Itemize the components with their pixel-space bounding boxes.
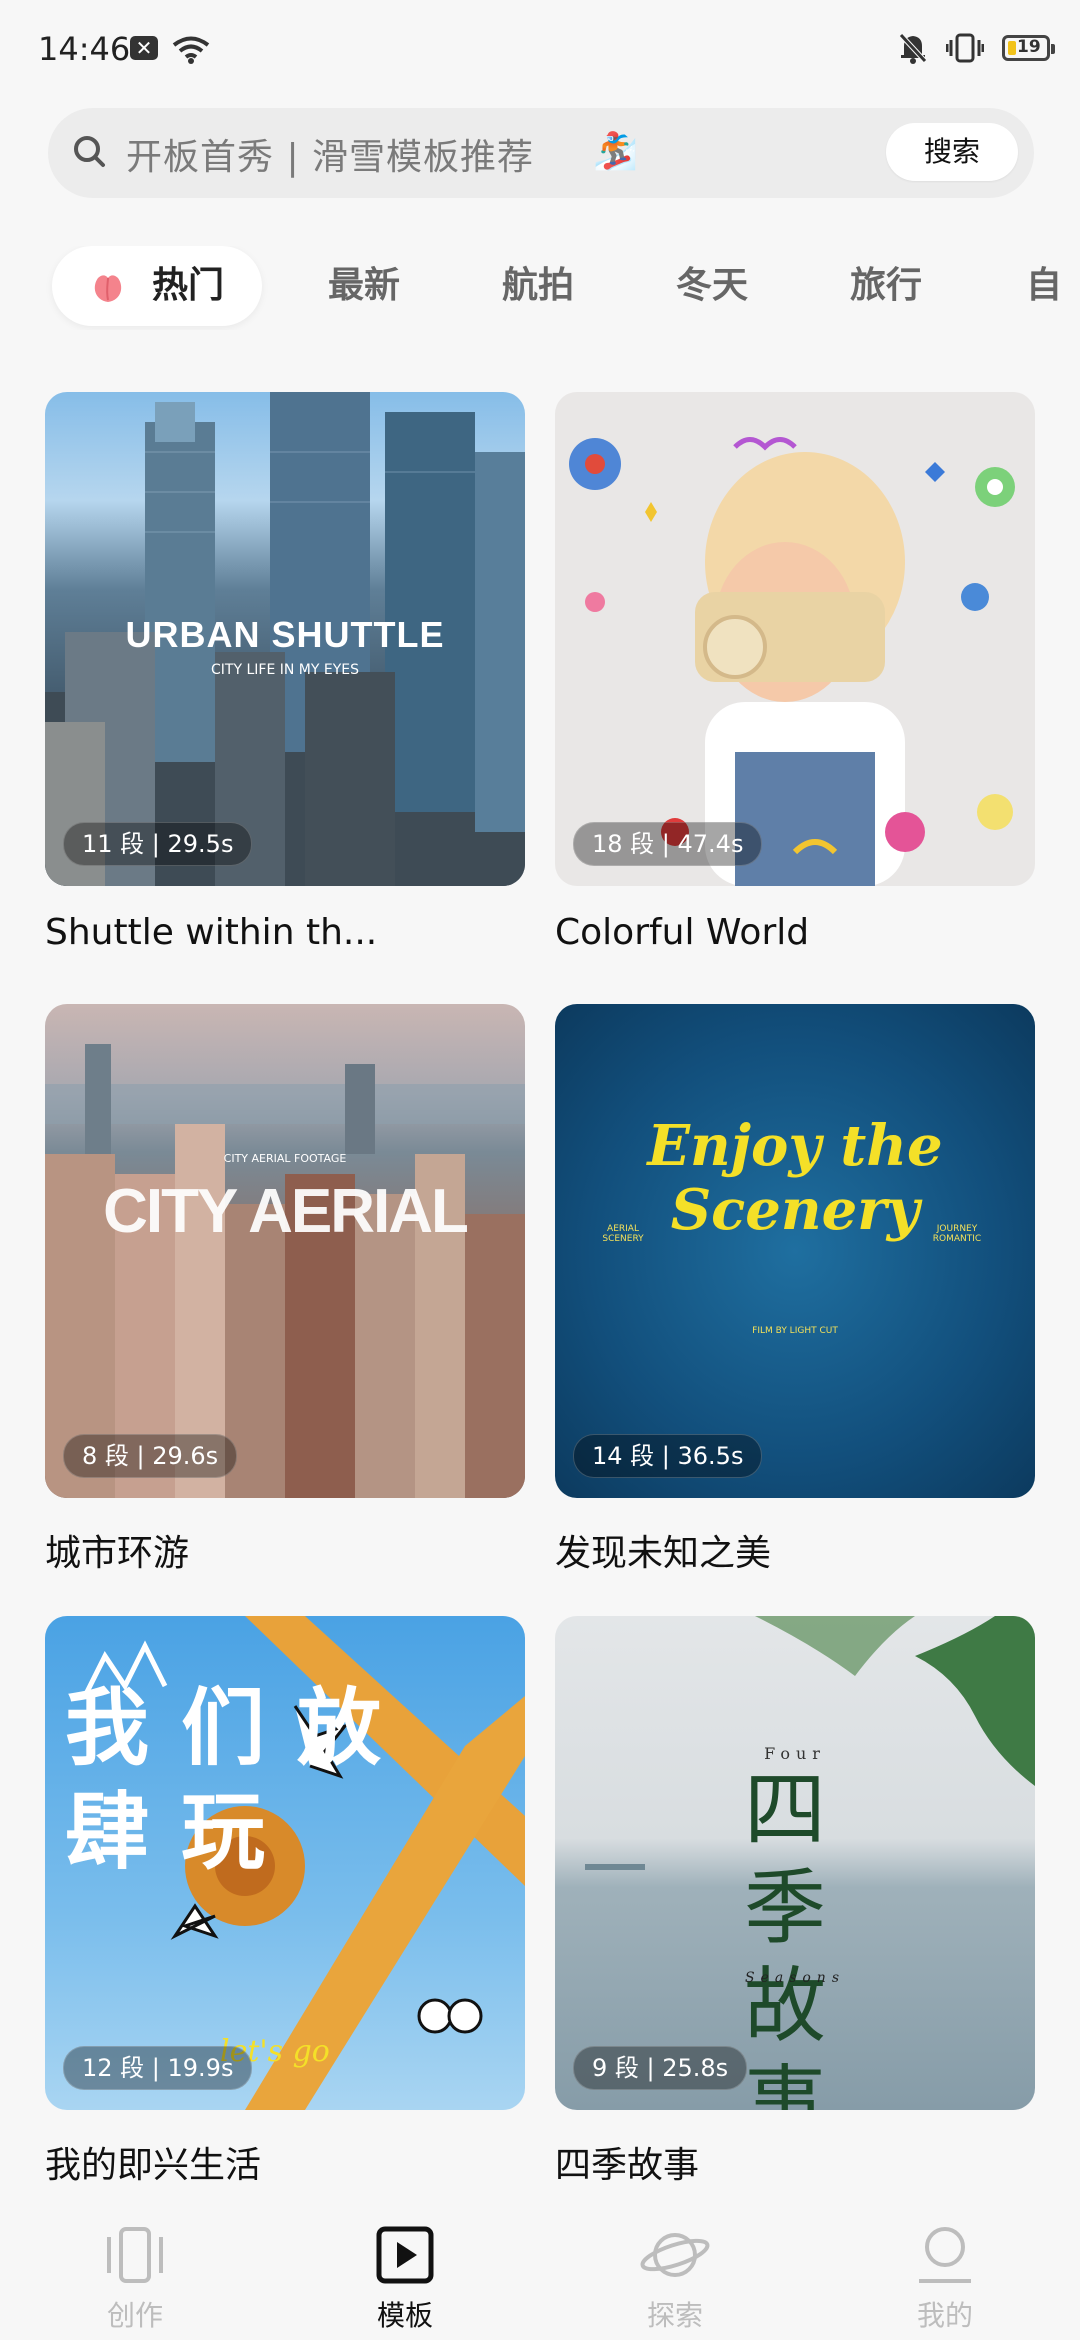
overlay-title: CITY AERIAL (103, 1177, 469, 1246)
overlay-title: URBAN SHUTTLE (125, 614, 445, 655)
overlay-title: 我们放肆玩 (65, 1679, 414, 1881)
skier-icon: 🏂 (593, 131, 638, 172)
peach-icon (94, 275, 122, 302)
overlay-top: Four (764, 1744, 826, 1763)
template-thumbnail[interactable]: Four 四季故事 Seasons 9 段 | 25.8s (555, 1616, 1035, 2110)
nav-label: 我的 (916, 2299, 973, 2332)
tab-travel[interactable]: 旅行 (850, 246, 922, 326)
vibrate-icon (946, 33, 984, 63)
overlay-title: Enjoy the Scenery (647, 1113, 943, 1243)
status-bar: 14:46 ✕ 19 (0, 0, 1080, 100)
template-meta-badge: 18 段 | 47.4s (573, 822, 763, 866)
template-title[interactable]: Shuttle within th... (45, 912, 377, 953)
nav-label: 探索 (646, 2299, 703, 2332)
notification-icon: ✕ (130, 36, 158, 60)
search-placeholder[interactable]: 开板首秀 | 滑雪模板推荐 (126, 128, 534, 180)
template-title[interactable]: 城市环游 (45, 1524, 189, 1576)
template-meta-badge: 14 段 | 36.5s (573, 1434, 763, 1478)
template-title[interactable]: 四季故事 (555, 2136, 699, 2188)
template-title[interactable]: 我的即兴生活 (45, 2136, 261, 2188)
phone-frame-icon (107, 2227, 163, 2283)
nav-label: 模板 (376, 2299, 433, 2332)
template-thumbnail[interactable]: CITY AERIAL FOOTAGE CITY AERIAL 8 段 | 29… (45, 1004, 525, 1498)
nav-create[interactable]: 创作 (65, 2222, 205, 2334)
template-title[interactable]: Colorful World (555, 912, 809, 953)
nav-explore[interactable]: 探索 (605, 2222, 745, 2334)
child-camera-image (569, 437, 1015, 886)
city-aerial-image (45, 1044, 525, 1498)
tab-aerial[interactable]: 航拍 (502, 246, 574, 326)
tab-label: 热门 (152, 265, 225, 306)
tab-hot[interactable]: 热门 (52, 246, 262, 326)
nav-label: 创作 (106, 2299, 163, 2332)
overlay-credit: FILM BY LIGHT CUT (752, 1326, 838, 1336)
mute-bell-icon (899, 33, 927, 64)
template-thumbnail[interactable]: URBAN SHUTTLE CITY LIFE IN MY EYES 11 段 … (45, 392, 525, 886)
search-bar[interactable]: 开板首秀 | 滑雪模板推荐 🏂 搜索 (48, 108, 1034, 198)
play-square-icon (376, 2226, 434, 2284)
search-icon (74, 136, 105, 167)
bottom-nav: 创作 模板 探索 我的 (0, 2200, 1080, 2340)
template-meta-badge: 9 段 | 25.8s (573, 2046, 748, 2090)
template-thumbnail[interactable]: AERIAL SCENERY JOURNEY ROMANTIC Enjoy th… (555, 1004, 1035, 1498)
battery-icon: 19 (1002, 35, 1055, 61)
search-button[interactable]: 搜索 (886, 123, 1018, 181)
status-time: 14:46 (38, 30, 131, 68)
category-tabs: 热门 最新 航拍 冬天 旅行 自 (0, 246, 1080, 330)
overlay-small: CITY AERIAL FOOTAGE (223, 1152, 347, 1165)
template-meta-badge: 12 段 | 19.9s (63, 2046, 253, 2090)
nav-profile[interactable]: 我的 (875, 2222, 1015, 2334)
person-icon (919, 2227, 971, 2283)
template-thumbnail[interactable]: 18 段 | 47.4s (555, 392, 1035, 886)
template-meta-badge: 11 段 | 29.5s (63, 822, 253, 866)
template-meta-badge: 8 段 | 29.6s (63, 1434, 238, 1478)
template-title[interactable]: 发现未知之美 (555, 1524, 771, 1576)
tab-latest[interactable]: 最新 (328, 246, 400, 326)
overlay-subtitle: CITY LIFE IN MY EYES (211, 662, 359, 678)
tab-winter[interactable]: 冬天 (676, 246, 748, 326)
template-thumbnail[interactable]: 我们放肆玩 let's go 12 段 | 19.9s (45, 1616, 525, 2110)
tab-more[interactable]: 自 (1026, 246, 1062, 326)
wifi-icon (172, 36, 210, 64)
battery-level: 19 (1017, 37, 1041, 57)
nav-templates[interactable]: 模板 (335, 2222, 475, 2334)
planet-icon (640, 2233, 710, 2277)
overlay-bottom: Seasons (744, 1970, 846, 1986)
